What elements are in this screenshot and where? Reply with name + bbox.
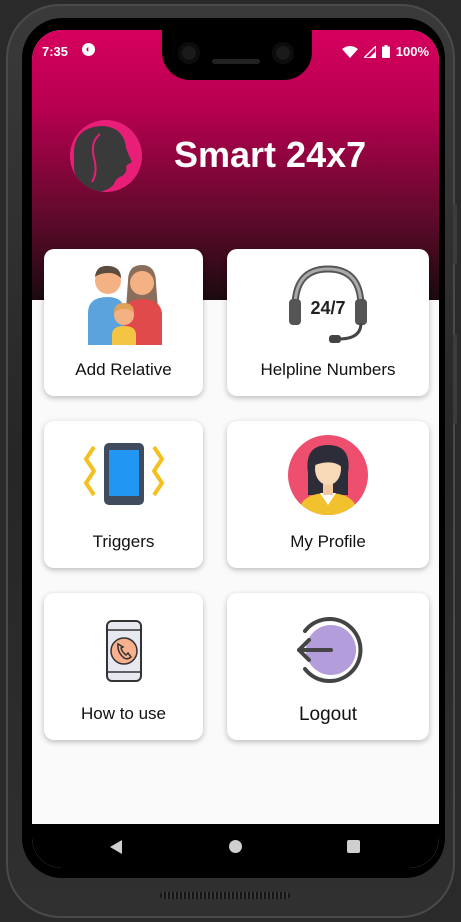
headset-24-7-text: 24/7 — [310, 298, 345, 318]
family-icon — [88, 265, 162, 345]
triggers-label: Triggers — [92, 532, 155, 551]
back-icon[interactable] — [110, 840, 122, 854]
battery-icon — [381, 45, 390, 58]
vibrating-phone-icon — [84, 443, 164, 505]
system-nav-bar — [32, 824, 439, 868]
camera-notch — [162, 30, 312, 80]
logout-circle-arrow-icon — [297, 617, 363, 683]
my-profile-label: My Profile — [290, 532, 366, 551]
volume-button — [453, 334, 457, 424]
battery-percent: 100% — [395, 44, 429, 59]
my-profile-card[interactable]: My Profile — [227, 421, 429, 568]
add-relative-label: Add Relative — [75, 360, 172, 379]
phone-call-icon — [106, 620, 142, 682]
recents-icon[interactable] — [347, 840, 360, 853]
phone-frame: 7:35 ◐ 100% Smart 24x7 Add Relative 24/7… — [6, 4, 457, 918]
add-relative-card[interactable]: Add Relative — [44, 249, 203, 396]
power-button — [453, 204, 457, 264]
logout-card[interactable]: Logout — [227, 593, 429, 740]
home-icon[interactable] — [229, 840, 242, 853]
status-right: 100% — [341, 44, 429, 59]
how-to-use-card[interactable]: How to use — [44, 593, 203, 740]
earpiece-speaker — [212, 59, 260, 64]
signal-icon — [363, 45, 376, 58]
screen-bezel: 7:35 ◐ 100% Smart 24x7 Add Relative 24/7… — [22, 18, 445, 878]
status-time: 7:35 — [42, 44, 69, 59]
front-camera-right — [272, 42, 294, 64]
how-to-use-label: How to use — [80, 704, 167, 723]
triggers-card[interactable]: Triggers — [44, 421, 203, 568]
front-camera-left — [178, 42, 200, 64]
bottom-speaker-grille — [160, 892, 290, 899]
woman-avatar-icon — [288, 435, 368, 515]
notification-app-icon: ◐ — [82, 43, 95, 56]
app-title: Smart 24x7 — [174, 134, 367, 175]
logout-label: Logout — [298, 704, 358, 725]
headset-24-7-icon: 24/7 — [289, 265, 367, 343]
woman-silhouette-logo-icon — [70, 120, 142, 192]
app-screen: 7:35 ◐ 100% Smart 24x7 Add Relative 24/7… — [32, 30, 439, 868]
wifi-icon — [341, 45, 358, 58]
helpline-numbers-card[interactable]: 24/7 Helpline Numbers — [227, 249, 429, 396]
helpline-numbers-label: Helpline Numbers — [260, 360, 396, 379]
